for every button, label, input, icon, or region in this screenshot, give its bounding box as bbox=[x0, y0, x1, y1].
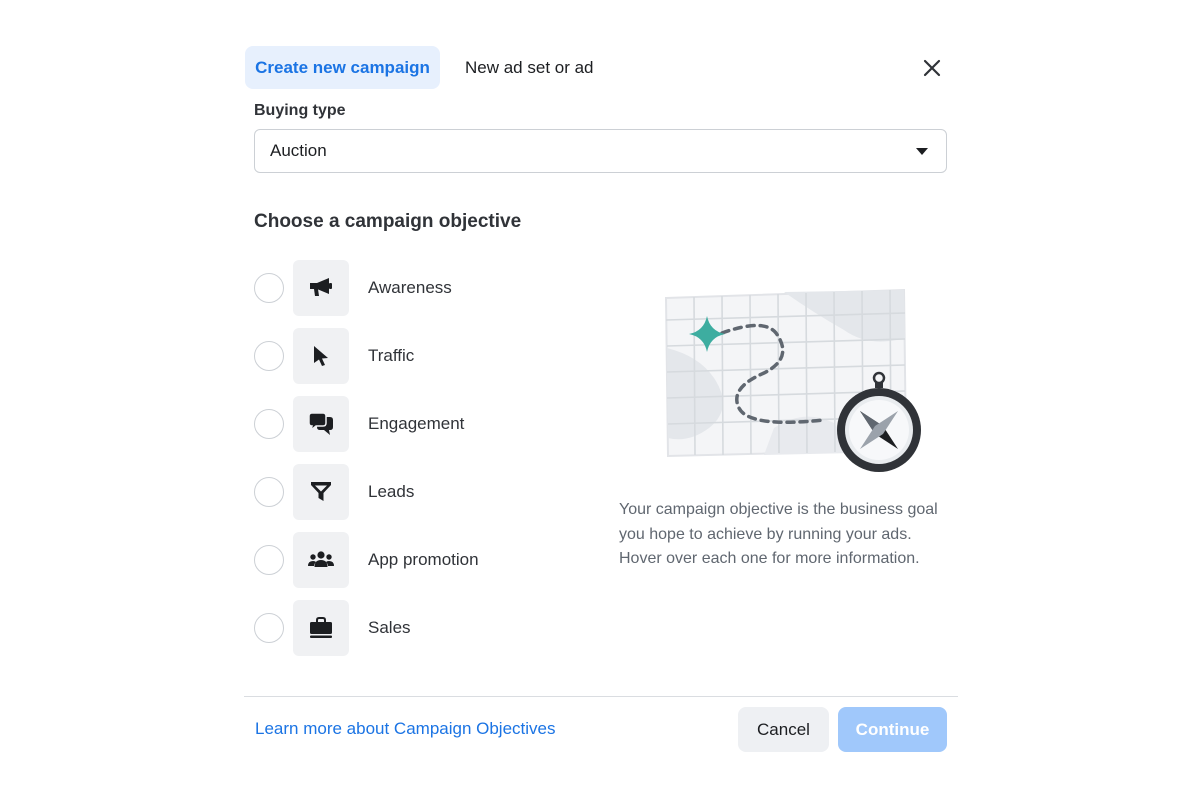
objective-option-traffic[interactable]: Traffic bbox=[254, 328, 574, 384]
chat-bubbles-icon bbox=[308, 412, 333, 435]
radio-button[interactable] bbox=[254, 273, 284, 303]
objective-icon-tile bbox=[293, 600, 349, 656]
objective-icon-tile bbox=[293, 464, 349, 520]
cancel-button[interactable]: Cancel bbox=[738, 707, 829, 752]
objective-label: Sales bbox=[368, 618, 411, 637]
map-compass-illustration bbox=[664, 288, 921, 472]
radio-button[interactable] bbox=[254, 477, 284, 507]
funnel-icon bbox=[311, 482, 331, 501]
objective-label: App promotion bbox=[368, 550, 479, 569]
objective-icon-tile bbox=[293, 532, 349, 588]
objective-section-title: Choose a campaign objective bbox=[254, 211, 522, 232]
objective-option-app-promotion[interactable]: App promotion bbox=[254, 532, 574, 588]
cursor-icon bbox=[314, 346, 328, 366]
caret-down-icon bbox=[916, 148, 928, 155]
close-button[interactable] bbox=[916, 52, 948, 84]
buying-type-value: Auction bbox=[270, 141, 327, 160]
objective-label: Traffic bbox=[368, 346, 415, 365]
objective-icon-tile bbox=[293, 396, 349, 452]
objective-label: Awareness bbox=[368, 278, 452, 297]
briefcase-icon bbox=[310, 617, 332, 638]
objective-icon-tile bbox=[293, 260, 349, 316]
objective-icon-tile bbox=[293, 328, 349, 384]
people-group-icon bbox=[308, 551, 334, 567]
objective-option-leads[interactable]: Leads bbox=[254, 464, 574, 520]
tab-create-new-campaign[interactable]: Create new campaign bbox=[245, 46, 440, 89]
objective-label: Leads bbox=[368, 482, 415, 501]
megaphone-icon bbox=[310, 278, 332, 296]
radio-button[interactable] bbox=[254, 545, 284, 575]
buying-type-select[interactable]: Auction bbox=[254, 129, 947, 173]
close-icon bbox=[923, 59, 941, 77]
tab-new-ad-set-or-ad[interactable]: New ad set or ad bbox=[465, 46, 594, 89]
footer-divider bbox=[244, 696, 958, 697]
continue-button[interactable]: Continue bbox=[838, 707, 947, 752]
radio-button[interactable] bbox=[254, 613, 284, 643]
objective-label: Engagement bbox=[368, 414, 465, 433]
radio-button[interactable] bbox=[254, 409, 284, 439]
objective-option-awareness[interactable]: Awareness bbox=[254, 260, 574, 316]
learn-more-link[interactable]: Learn more about Campaign Objectives bbox=[255, 718, 556, 740]
objective-option-engagement[interactable]: Engagement bbox=[254, 396, 574, 452]
buying-type-label: Buying type bbox=[254, 102, 346, 119]
radio-button[interactable] bbox=[254, 341, 284, 371]
objective-option-sales[interactable]: Sales bbox=[254, 600, 574, 656]
create-campaign-dialog: Create new campaign New ad set or ad Buy… bbox=[244, 38, 958, 768]
objective-description: Your campaign objective is the business … bbox=[619, 501, 938, 567]
